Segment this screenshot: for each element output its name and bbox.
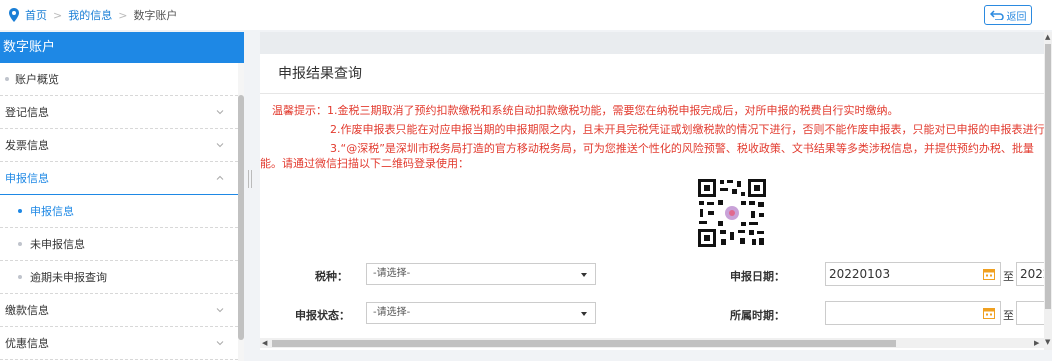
period-label: 所属时期：: [730, 309, 785, 322]
sidebar-menu: 账户概览 登记信息 发票信息 申报信息 申报信息 未申报信息 逾期未申报查询 缴…: [0, 63, 244, 360]
notice-line-4: 能。请通过微信扫描以下二维码登录使用：: [260, 157, 469, 170]
sidebar: 数字账户 账户概览 登记信息 发票信息 申报信息 申报信息 未申报信息 逾期未申…: [0, 32, 244, 361]
caret-down-icon: [581, 273, 587, 277]
back-button[interactable]: 返回: [984, 5, 1032, 25]
calendar-icon[interactable]: [983, 268, 995, 280]
back-button-label: 返回: [1006, 11, 1027, 23]
sidebar-subitem-declaration-info[interactable]: 申报信息: [0, 195, 238, 228]
sidebar-item-label: 未申报信息: [30, 238, 85, 251]
horizontal-scrollbar-thumb[interactable]: [272, 340, 896, 347]
breadcrumb-my-info-link[interactable]: 我的信息: [68, 7, 112, 23]
content-header-strip: [260, 32, 1052, 54]
scroll-down-arrow-icon[interactable]: ▼: [1045, 338, 1050, 346]
sidebar-subitem-undeclared[interactable]: 未申报信息: [0, 228, 238, 261]
back-arrow-icon: [989, 10, 1004, 20]
sidebar-item-registration[interactable]: 登记信息: [0, 96, 238, 129]
breadcrumb-current: 数字账户: [133, 9, 178, 22]
declaration-status-label: 申报状态：: [295, 309, 350, 322]
sidebar-item-label: 逾期未申报查询: [30, 271, 107, 284]
notice-block: 温馨提示：1.金税三期取消了预约扣款缴税和系统自动扣款缴税功能，需要您在纳税申报…: [260, 101, 1052, 177]
declaration-status-select-value: -请选择-: [373, 307, 411, 318]
declaration-status-select[interactable]: -请选择-: [366, 302, 596, 324]
sidebar-item-label: 缴款信息: [5, 304, 49, 317]
breadcrumb-separator: >: [118, 8, 128, 22]
tax-type-select-value: -请选择-: [373, 268, 411, 279]
sidebar-title: 数字账户: [0, 32, 244, 63]
breadcrumb-separator: >: [53, 8, 63, 22]
chevron-down-icon: [216, 143, 224, 148]
scroll-right-arrow-icon[interactable]: ▶: [1034, 339, 1039, 347]
sidebar-item-label: 申报信息: [5, 172, 49, 185]
notice-line-1: 温馨提示：1.金税三期取消了预约扣款缴税和系统自动扣款缴税功能，需要您在纳税申报…: [272, 104, 899, 117]
location-pin-icon: [9, 8, 19, 22]
top-bar: 首页 > 我的信息 > 数字账户 返回: [0, 0, 1052, 30]
sidebar-item-account-overview[interactable]: 账户概览: [0, 63, 238, 96]
panel-title: 申报结果查询: [260, 54, 1052, 94]
period-to-label: 至: [1003, 309, 1014, 322]
chevron-down-icon: [216, 308, 224, 313]
tax-type-label: 税种：: [315, 270, 348, 283]
sidebar-item-label: 登记信息: [5, 106, 49, 119]
vertical-scrollbar-thumb[interactable]: [1045, 44, 1051, 309]
chevron-up-icon: [216, 175, 224, 180]
sidebar-item-preferential[interactable]: 优惠信息: [0, 327, 238, 360]
chevron-down-icon: [216, 110, 224, 115]
tax-type-select[interactable]: -请选择-: [366, 263, 596, 285]
sidebar-item-invoice[interactable]: 发票信息: [0, 129, 238, 162]
calendar-icon[interactable]: [983, 307, 995, 319]
content-horizontal-scrollbar[interactable]: ◀ ▶: [260, 338, 1044, 348]
sidebar-item-label: 优惠信息: [5, 337, 49, 350]
chevron-down-icon: [216, 341, 224, 346]
sidebar-item-declaration-group[interactable]: 申报信息: [0, 162, 238, 195]
breadcrumb-home-link[interactable]: 首页: [25, 7, 47, 23]
sidebar-subitem-overdue-query[interactable]: 逾期未申报查询: [0, 261, 238, 294]
sidebar-item-payment[interactable]: 缴款信息: [0, 294, 238, 327]
breadcrumb: 首页 > 我的信息 > 数字账户: [8, 7, 177, 23]
bullet-icon: [18, 242, 22, 246]
sidebar-scrollbar[interactable]: [238, 63, 244, 361]
scroll-up-arrow-icon[interactable]: ▲: [1045, 33, 1050, 41]
content-vertical-scrollbar[interactable]: ▲ ▼: [1044, 32, 1052, 350]
bullet-icon: [18, 209, 22, 213]
sidebar-item-label: 发票信息: [5, 139, 49, 152]
bullet-icon: [18, 275, 22, 279]
declaration-date-from-value: 20220103: [829, 267, 891, 281]
period-from-input[interactable]: [825, 301, 1001, 325]
caret-down-icon: [581, 312, 587, 316]
panel-splitter-handle[interactable]: [248, 170, 252, 188]
declaration-date-label: 申报日期：: [730, 270, 785, 283]
sidebar-item-label: 账户概览: [15, 73, 59, 86]
date-range-to-label: 至: [1003, 270, 1014, 283]
notice-line-2: 2.作废申报表只能在对应申报当期的申报期限之内，且未开具完税凭证或划缴税款的情况…: [330, 123, 1045, 136]
sidebar-item-label: 申报信息: [30, 205, 74, 218]
scroll-left-arrow-icon[interactable]: ◀: [262, 339, 267, 347]
bullet-icon: [5, 77, 9, 81]
main-content: 申报结果查询 温馨提示：1.金税三期取消了预约扣款缴税和系统自动扣款缴税功能，需…: [260, 32, 1052, 350]
sidebar-scrollbar-thumb[interactable]: [238, 95, 244, 340]
declaration-date-from-input[interactable]: 20220103: [825, 262, 1001, 286]
qr-code-image: [697, 178, 767, 248]
